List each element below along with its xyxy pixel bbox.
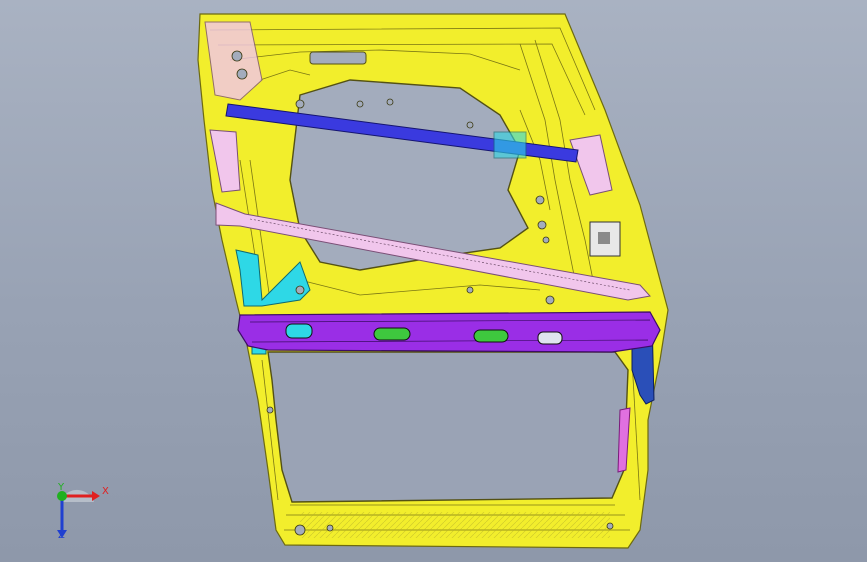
rail-clip — [493, 131, 527, 159]
x-axis-label: X — [102, 486, 109, 497]
z-axis-label: Z — [58, 530, 65, 541]
y-axis-label: Y — [58, 482, 65, 493]
cad-viewport[interactable]: X Y Z — [0, 0, 867, 562]
bottom-rail-hatch — [300, 512, 610, 538]
door-assembly-model[interactable] — [0, 0, 867, 562]
top-slot — [309, 51, 367, 65]
lower-opening — [267, 351, 629, 503]
